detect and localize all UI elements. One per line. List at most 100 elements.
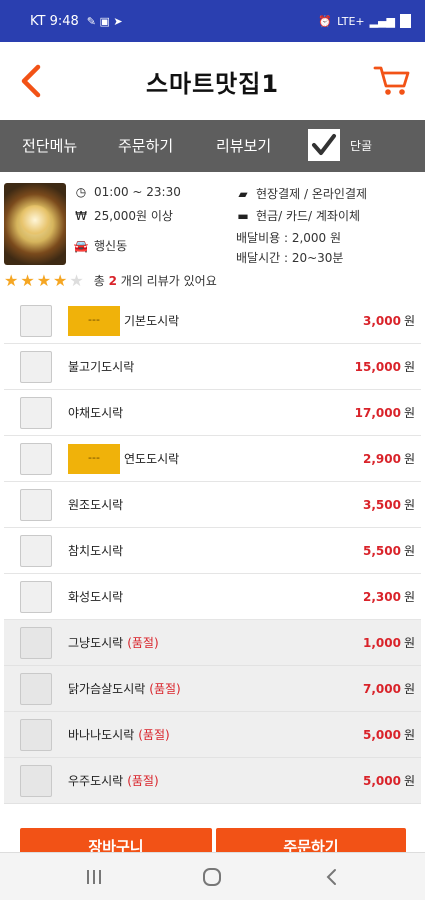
menu-item-checkbox[interactable] xyxy=(20,581,52,613)
menu-item-checkbox[interactable] xyxy=(20,489,52,521)
menu-item-price: 5,000 원 xyxy=(363,712,415,758)
payment-method-text: 현금/ 카드/ 계좌이체 xyxy=(256,209,361,223)
delivery-time-text: 배달시간 : 20~30분 xyxy=(236,251,344,265)
payment-place: ▰ 현장결제 / 온라인결제 xyxy=(236,185,367,202)
menu-item-price-value: 2,300 xyxy=(362,590,401,604)
checkmark-icon xyxy=(312,134,336,155)
action-bar: 장바구니 주문하기 xyxy=(0,826,425,854)
store-hours: ◷ 01:00 ~ 23:30 xyxy=(74,185,181,199)
menu-item[interactable]: 닭가슴살도시락 (품절) 7,000 원 xyxy=(4,666,421,712)
system-back-button[interactable] xyxy=(320,865,344,889)
price-unit: 원 xyxy=(403,498,415,512)
soldout-tag: (품절) xyxy=(138,728,170,742)
delivery-fee-text: 배달비용 : 2,000 원 xyxy=(236,231,342,245)
price-unit: 원 xyxy=(403,728,415,742)
menu-item-name-wrap: 기본도시락 xyxy=(124,298,179,344)
star-empty-icon: ★ xyxy=(69,270,84,290)
menu-item-price-value: 2,900 xyxy=(362,452,401,466)
back-button[interactable] xyxy=(14,62,48,100)
menu-item-name-wrap: 우주도시락 (품절) xyxy=(68,758,159,804)
menu-item-price: 5,000 원 xyxy=(363,758,415,804)
recents-button[interactable] xyxy=(82,865,106,889)
menu-item-name: 참치도시락 xyxy=(68,544,124,558)
favorite-toggle[interactable]: 단골 xyxy=(308,129,372,161)
price-unit: 원 xyxy=(403,360,415,374)
price-unit: 원 xyxy=(403,590,415,604)
star-icon: ★ xyxy=(36,270,52,290)
menu-item[interactable]: --- 연도도시락 2,900 원 xyxy=(4,436,421,482)
payment-place-text: 현장결제 / 온라인결제 xyxy=(256,187,368,201)
status-bar: KT 9:48 ✎ ▣ ➤ ⏰ LTE+ ▂▄▆ xyxy=(0,0,425,42)
menu-item-price-value: 5,000 xyxy=(362,774,401,788)
menu-item-price: 1,000 원 xyxy=(363,620,415,666)
menu-item-price-value: 17,000 xyxy=(354,406,401,420)
status-right: ⏰ LTE+ ▂▄▆ xyxy=(318,14,411,28)
app-header: 스마트맛집1 xyxy=(0,42,425,120)
menu-item-price-value: 3,000 xyxy=(362,314,401,328)
soldout-tag: (품절) xyxy=(149,682,181,696)
order-button[interactable]: 주문하기 xyxy=(216,828,406,854)
menu-item-name-wrap: 바나나도시락 (품절) xyxy=(68,712,170,758)
notification-icons: ✎ ▣ ➤ xyxy=(86,14,123,28)
tab-flyer-menu[interactable]: 전단메뉴 xyxy=(22,120,77,172)
status-left: KT 9:48 ✎ ▣ ➤ xyxy=(30,14,123,29)
review-count: 2 xyxy=(108,274,117,288)
menu-item-name: 원조도시락 xyxy=(68,498,124,512)
menu-item[interactable]: 바나나도시락 (품절) 5,000 원 xyxy=(4,712,421,758)
soldout-tag: (품절) xyxy=(127,636,159,650)
menu-item-checkbox[interactable] xyxy=(20,305,52,337)
chevron-left-icon xyxy=(21,64,41,98)
menu-item[interactable]: --- 기본도시락 3,000 원 xyxy=(4,298,421,344)
menu-item-price-value: 5,000 xyxy=(362,728,401,742)
tab-order[interactable]: 주문하기 xyxy=(118,120,173,172)
menu-item[interactable]: 야채도시락 17,000 원 xyxy=(4,390,421,436)
add-to-cart-button[interactable]: 장바구니 xyxy=(20,828,212,854)
home-button[interactable] xyxy=(200,865,224,889)
menu-item-image-placeholder: --- xyxy=(68,444,120,474)
menu-item[interactable]: 우주도시락 (품절) 5,000 원 xyxy=(4,758,421,804)
menu-item-name-wrap: 원조도시락 xyxy=(68,482,123,528)
menu-item[interactable]: 불고기도시락 15,000 원 xyxy=(4,344,421,390)
menu-item[interactable]: 그냥도시락 (품절) 1,000 원 xyxy=(4,620,421,666)
menu-item[interactable]: 참치도시락 5,500 원 xyxy=(4,528,421,574)
battery-icon xyxy=(400,14,411,28)
cart-button[interactable] xyxy=(373,64,411,98)
cart-icon xyxy=(373,66,410,95)
menu-item-price-value: 1,000 xyxy=(362,636,401,650)
menu-item-price: 2,300 원 xyxy=(363,574,415,620)
review-summary[interactable]: 총 2 개의 리뷰가 있어요 xyxy=(94,272,217,289)
price-unit: 원 xyxy=(403,314,415,328)
store-area: 🚘 행신동 xyxy=(74,237,128,254)
menu-item-checkbox[interactable] xyxy=(20,627,52,659)
menu-item-checkbox[interactable] xyxy=(20,719,52,751)
price-unit: 원 xyxy=(403,636,415,650)
menu-item-name: 야채도시락 xyxy=(68,406,124,420)
menu-item-checkbox[interactable] xyxy=(20,535,52,567)
status-carrier-time: KT 9:48 xyxy=(30,13,79,29)
clock-icon: ◷ xyxy=(75,185,87,199)
star-icon: ★ xyxy=(53,270,68,290)
menu-item-name-wrap: 화성도시락 xyxy=(68,574,123,620)
favorite-checkbox[interactable] xyxy=(308,129,340,161)
menu-item-name-wrap: 연도도시락 xyxy=(124,436,179,482)
menu-item-checkbox[interactable] xyxy=(20,765,52,797)
star-icon: ★ xyxy=(4,270,19,290)
menu-list: --- 기본도시락 3,000 원 불고기도시락 15,000 원 야채도시락 17,000 원 -… xyxy=(4,298,421,804)
tab-bar: 전단메뉴 주문하기 리뷰보기 단골 xyxy=(0,120,425,172)
won-icon: ₩ xyxy=(75,208,87,223)
menu-item-checkbox[interactable] xyxy=(20,351,52,383)
tab-reviews[interactable]: 리뷰보기 xyxy=(216,120,271,172)
price-unit: 원 xyxy=(403,544,415,558)
price-unit: 원 xyxy=(403,406,415,420)
menu-item-price: 2,900 원 xyxy=(363,436,415,482)
star-icon: ★ xyxy=(20,270,35,290)
menu-item-price-value: 5,500 xyxy=(362,544,401,558)
menu-item[interactable]: 원조도시락 3,500 원 xyxy=(4,482,421,528)
menu-item-checkbox[interactable] xyxy=(20,443,52,475)
store-hours-text: 01:00 ~ 23:30 xyxy=(94,185,181,199)
menu-item[interactable]: 화성도시락 2,300 원 xyxy=(4,574,421,620)
menu-item-price-value: 15,000 xyxy=(354,360,401,374)
menu-item-checkbox[interactable] xyxy=(20,397,52,429)
menu-item-price: 17,000 원 xyxy=(355,390,415,436)
menu-item-checkbox[interactable] xyxy=(20,673,52,705)
